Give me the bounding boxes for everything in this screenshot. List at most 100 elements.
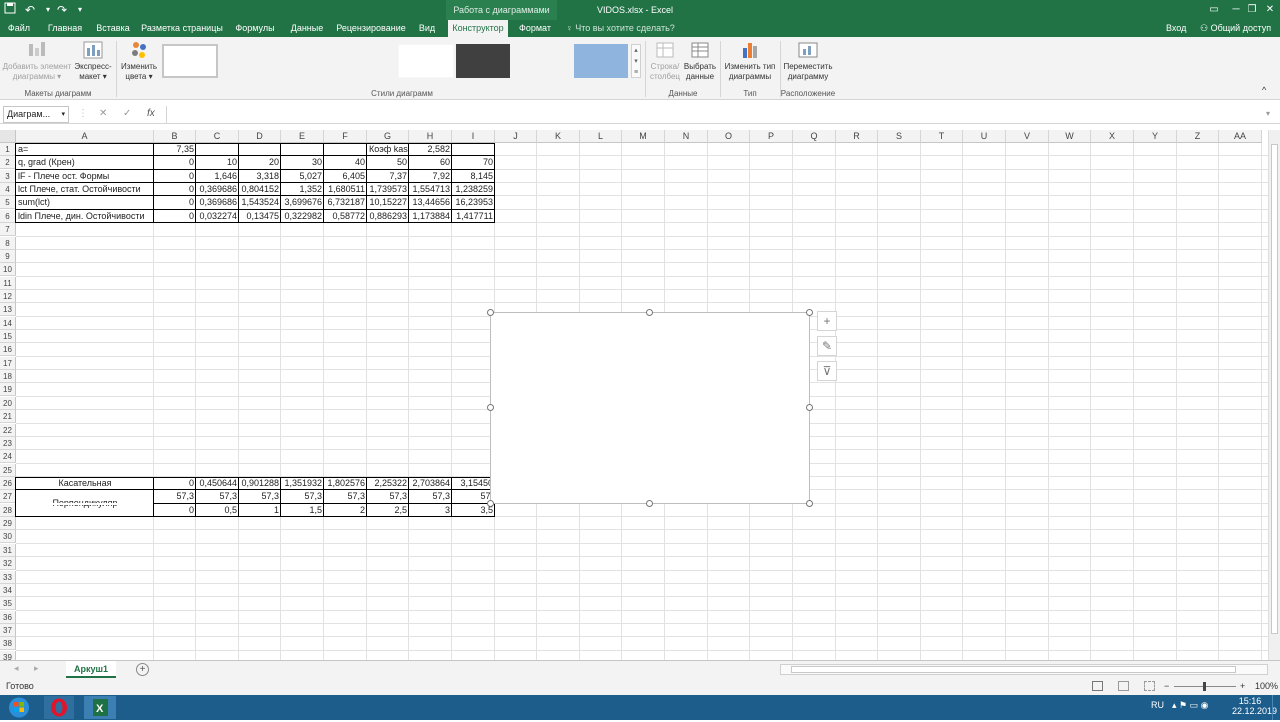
- cell[interactable]: 0,58772: [324, 210, 367, 223]
- styles-gallery-scroll[interactable]: ▴ ▾ ≡: [631, 44, 641, 78]
- row-header[interactable]: 7: [0, 223, 16, 237]
- cell[interactable]: 0: [154, 477, 196, 490]
- row-header[interactable]: 30: [0, 530, 16, 544]
- cell[interactable]: 57,3: [239, 490, 281, 503]
- column-header[interactable]: AA: [1219, 130, 1262, 143]
- cell[interactable]: 1,554713: [409, 183, 452, 196]
- cell[interactable]: 57,3: [154, 490, 196, 503]
- row-header[interactable]: 8: [0, 236, 16, 250]
- row-header[interactable]: 29: [0, 517, 16, 531]
- expand-formula-bar-icon[interactable]: ▾: [1266, 107, 1270, 121]
- insert-function-icon[interactable]: fx: [147, 107, 155, 121]
- row-header[interactable]: 27: [0, 490, 16, 504]
- column-header[interactable]: G: [367, 130, 409, 143]
- cell[interactable]: 0,886293: [367, 210, 409, 223]
- move-chart-button[interactable]: Переместить диаграмму: [782, 40, 834, 82]
- row-header[interactable]: 19: [0, 383, 16, 397]
- sign-in-link[interactable]: Вход: [1166, 20, 1186, 37]
- vertical-scrollbar[interactable]: [1268, 130, 1280, 660]
- horizontal-scrollbar[interactable]: [780, 664, 1268, 675]
- cell[interactable]: 2: [324, 504, 367, 517]
- chart-style-2[interactable]: [220, 44, 276, 78]
- cell[interactable]: a=: [16, 143, 154, 156]
- cell[interactable]: 57,3: [281, 490, 324, 503]
- cell[interactable]: 57,3: [196, 490, 239, 503]
- cell[interactable]: 1,802576: [324, 477, 367, 490]
- zoom-level[interactable]: 100%: [1255, 678, 1278, 695]
- cell[interactable]: 0: [154, 196, 196, 209]
- scroll-sheets-right-icon[interactable]: ▸: [34, 663, 39, 674]
- select-data-button[interactable]: Выбрать данные: [683, 40, 717, 82]
- column-header[interactable]: A: [16, 130, 154, 143]
- tray-icons[interactable]: ▴ ⚑ ▭ ◉: [1172, 700, 1208, 711]
- excel-taskbar-icon[interactable]: X: [84, 696, 116, 719]
- cell[interactable]: 1,680511: [324, 183, 367, 196]
- cell[interactable]: 0,322982: [281, 210, 324, 223]
- cell[interactable]: q, grad (Крен): [16, 156, 154, 169]
- cell[interactable]: 2,703864: [409, 477, 452, 490]
- cell[interactable]: 1,173884: [409, 210, 452, 223]
- column-header[interactable]: L: [580, 130, 622, 143]
- zoom-in-button[interactable]: +: [1240, 678, 1245, 695]
- row-header[interactable]: 34: [0, 583, 16, 597]
- row-header[interactable]: 1: [0, 143, 16, 156]
- row-header[interactable]: 33: [0, 570, 16, 584]
- row-header[interactable]: 4: [0, 183, 16, 197]
- row-header[interactable]: 17: [0, 356, 16, 370]
- cell[interactable]: 0: [154, 170, 196, 183]
- restore-icon[interactable]: ❐: [1242, 0, 1262, 20]
- scroll-sheets-left-icon[interactable]: ◂: [14, 663, 19, 674]
- row-header[interactable]: 20: [0, 396, 16, 410]
- cell[interactable]: Коэф kas: [367, 143, 409, 156]
- cell[interactable]: 0,032274: [196, 210, 239, 223]
- cell[interactable]: 3: [409, 504, 452, 517]
- tab-home[interactable]: Главная: [44, 20, 86, 37]
- chart-style-8[interactable]: [574, 44, 628, 78]
- chart-style-7[interactable]: [514, 44, 570, 78]
- row-header[interactable]: 36: [0, 610, 16, 624]
- chart-area[interactable]: [490, 312, 810, 504]
- column-header[interactable]: J: [495, 130, 537, 143]
- cell[interactable]: 70: [452, 156, 495, 169]
- row-header[interactable]: 13: [0, 303, 16, 317]
- cell[interactable]: 0,5: [196, 504, 239, 517]
- page-layout-view-icon[interactable]: [1118, 681, 1129, 691]
- ribbon-display-options-icon[interactable]: ▭: [1204, 0, 1224, 20]
- column-header[interactable]: F: [324, 130, 367, 143]
- column-header[interactable]: D: [239, 130, 281, 143]
- resize-handle[interactable]: [487, 404, 494, 411]
- quick-layout-button[interactable]: Экспресс- макет ▾: [72, 40, 114, 82]
- column-header[interactable]: V: [1006, 130, 1049, 143]
- chart-style-1[interactable]: [162, 44, 218, 78]
- page-break-view-icon[interactable]: [1144, 681, 1155, 691]
- cell[interactable]: 20: [239, 156, 281, 169]
- chart-elements-plus-icon[interactable]: +: [817, 311, 837, 331]
- chart-style-3[interactable]: [278, 44, 334, 78]
- cell[interactable]: 0: [154, 183, 196, 196]
- cell[interactable]: 5,027: [281, 170, 324, 183]
- resize-handle[interactable]: [806, 309, 813, 316]
- cell[interactable]: 2,25322: [367, 477, 409, 490]
- row-header[interactable]: 31: [0, 543, 16, 557]
- cell[interactable]: 1,739573: [367, 183, 409, 196]
- cell[interactable]: 16,23953: [452, 196, 495, 209]
- column-header[interactable]: Z: [1177, 130, 1219, 143]
- cell[interactable]: 0: [154, 504, 196, 517]
- column-header[interactable]: P: [750, 130, 793, 143]
- row-header[interactable]: 32: [0, 557, 16, 571]
- cell[interactable]: 57,3: [409, 490, 452, 503]
- resize-handle[interactable]: [806, 404, 813, 411]
- change-chart-type-button[interactable]: Изменить тип диаграммы: [722, 40, 778, 82]
- row-header[interactable]: 11: [0, 276, 16, 290]
- sheet-tab-active[interactable]: Аркуш1: [66, 661, 116, 678]
- column-header[interactable]: B: [154, 130, 196, 143]
- column-header[interactable]: W: [1049, 130, 1091, 143]
- row-header[interactable]: 3: [0, 169, 16, 183]
- cell[interactable]: 50: [367, 156, 409, 169]
- tab-file[interactable]: Файл: [2, 20, 36, 37]
- column-header[interactable]: H: [409, 130, 452, 143]
- chart-filters-funnel-icon[interactable]: ⊽: [817, 361, 837, 381]
- add-chart-element-button[interactable]: Добавить элемент диаграммы ▾: [2, 40, 72, 82]
- row-header[interactable]: 37: [0, 623, 16, 637]
- row-header[interactable]: 5: [0, 196, 16, 210]
